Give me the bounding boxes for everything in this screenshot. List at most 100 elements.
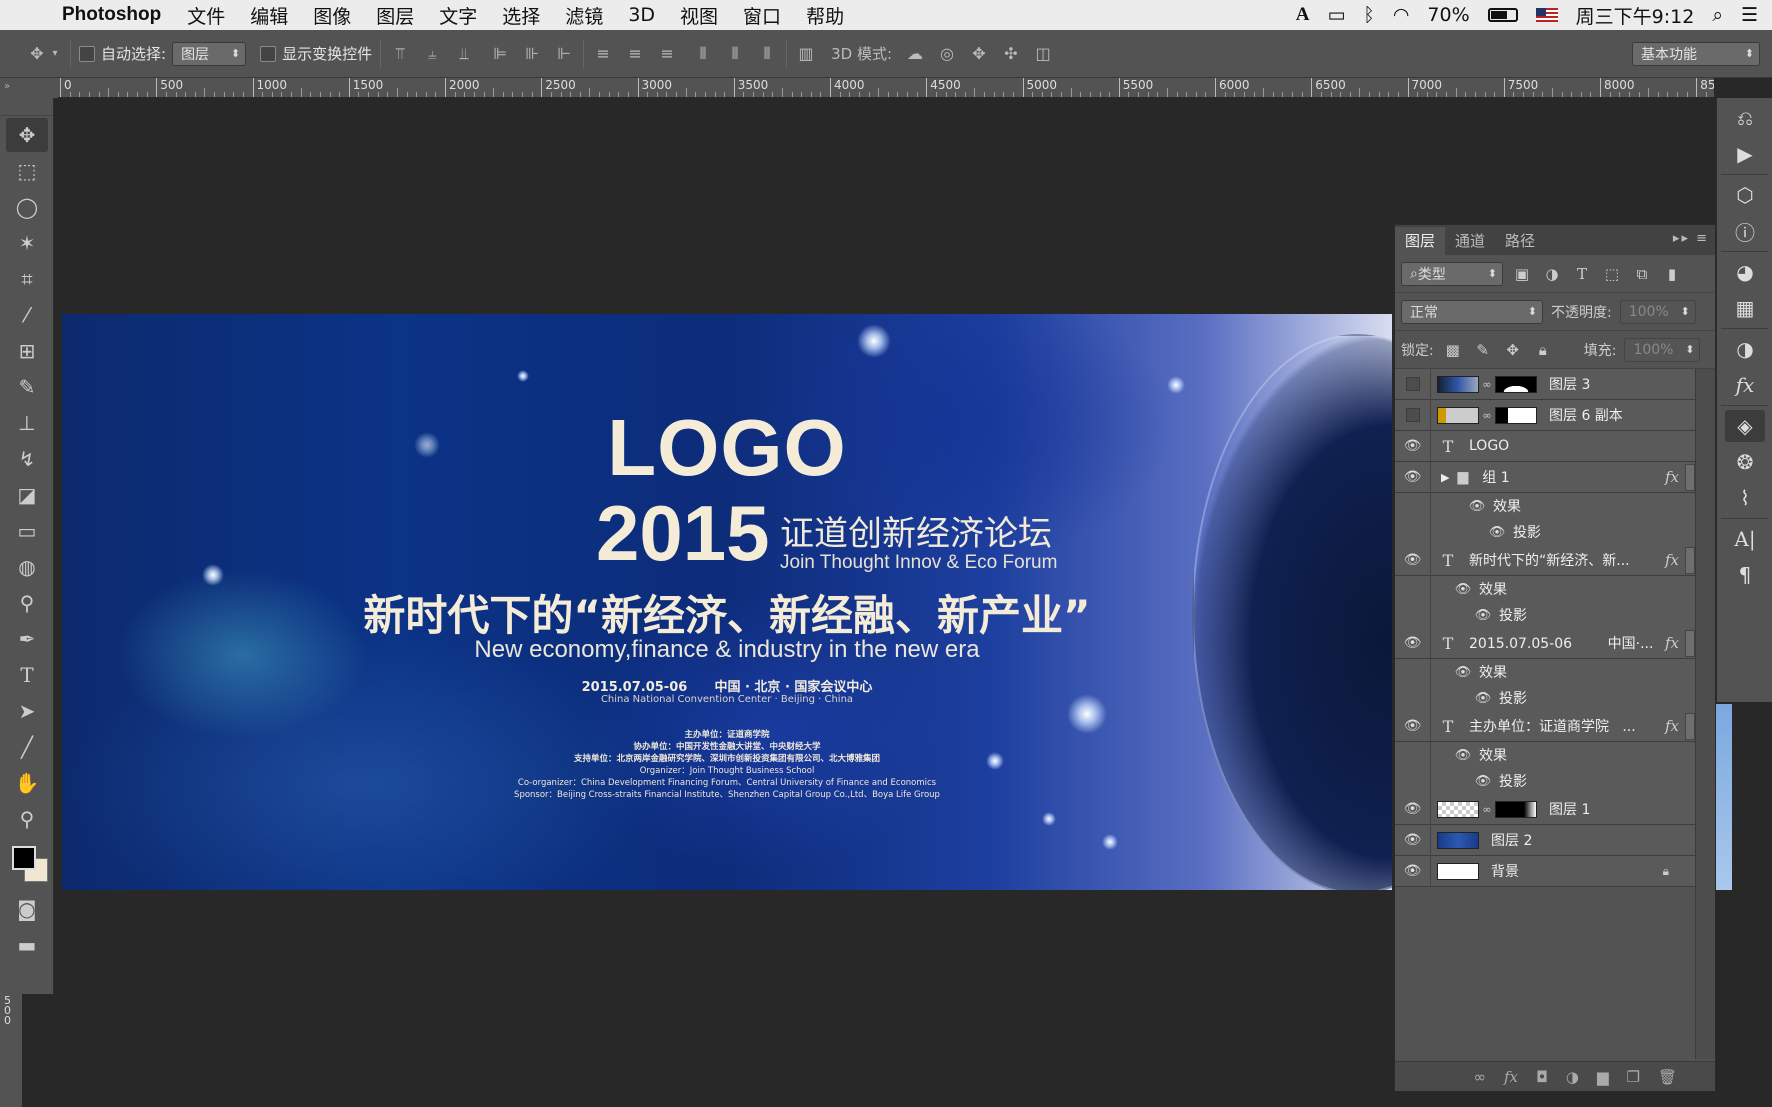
blend-mode-dropdown[interactable]: 正常 [1401, 299, 1543, 324]
layer-name[interactable]: 组 1 [1482, 467, 1509, 487]
paragraph-panel-icon[interactable]: ¶ [1725, 559, 1765, 591]
effects-row[interactable]: 👁︎ 效果 [1395, 742, 1695, 768]
eye-icon[interactable]: 👁︎ [1395, 824, 1431, 856]
delete-layer-icon[interactable]: 🗑︎ [1658, 1068, 1677, 1086]
layer-row[interactable]: ∞ 图层 3 [1395, 368, 1695, 400]
move-tool-icon[interactable]: ✥ [6, 118, 48, 152]
lock-transparent-icon[interactable]: ▩ [1442, 341, 1464, 359]
eye-icon[interactable]: 👁︎ [1395, 627, 1431, 659]
paths-panel-icon[interactable]: ⌇ [1725, 482, 1765, 514]
notification-list-icon[interactable]: ☰ [1741, 4, 1758, 26]
airplay-icon[interactable]: ▭ [1327, 4, 1345, 26]
clone-stamp-tool-icon[interactable]: ⊥ [6, 406, 48, 440]
effects-row[interactable]: 👁︎ 效果 [1395, 576, 1695, 602]
layer-row[interactable]: 👁︎ T 2015.07.05-06 中国·... fx [1395, 627, 1695, 659]
info-panel-icon[interactable]: ⓘ [1725, 215, 1765, 247]
menu-filter[interactable]: 滤镜 [565, 2, 603, 29]
layer-row[interactable]: 👁︎ ∞ 图层 1 [1395, 793, 1695, 825]
move-tool-preset-icon[interactable]: ✥ [26, 43, 48, 65]
menu-help[interactable]: 帮助 [806, 2, 844, 29]
filter-adjustment-icon[interactable]: ◑ [1541, 265, 1563, 283]
adjustments-panel-icon[interactable]: ◑ [1725, 333, 1765, 365]
eye-icon[interactable]: 👁︎ [1453, 582, 1473, 597]
layer-name[interactable]: 图层 2 [1491, 830, 1532, 850]
horizontal-ruler[interactable]: 0 500 1000 1500 2000 2500 3000 3500 4000 4500 5000… [58, 78, 1714, 98]
styles-panel-icon[interactable]: fx [1725, 369, 1765, 401]
layer-name[interactable]: 主办单位：证道商学院 ... [1469, 716, 1659, 736]
new-layer-icon[interactable]: ❐ [1627, 1068, 1640, 1086]
eye-icon[interactable]: 👁︎ [1395, 793, 1431, 825]
quick-mask-icon[interactable]: ◙ [6, 892, 48, 926]
layer-effects-icon[interactable]: fx [1665, 717, 1679, 735]
layer-name[interactable]: 图层 6 副本 [1549, 405, 1623, 425]
filter-type-icon[interactable]: T [1571, 265, 1593, 283]
distribute-top-icon[interactable]: ≡ [592, 43, 614, 65]
layer-mask-thumbnail[interactable] [1495, 800, 1537, 818]
3d-pan-icon[interactable]: ✥ [968, 43, 990, 65]
foreground-color-swatch[interactable] [12, 846, 36, 870]
path-selection-tool-icon[interactable]: ➤ [6, 694, 48, 728]
distribute-vcenter-icon[interactable]: ≡ [624, 43, 646, 65]
spotlight-search-icon[interactable]: ⌕ [1712, 4, 1723, 26]
new-adjustment-layer-icon[interactable]: ◑ [1566, 1068, 1579, 1086]
color-panel-icon[interactable]: ◕ [1725, 256, 1765, 288]
layer-effects-icon[interactable]: fx [1665, 634, 1679, 652]
swatches-panel-icon[interactable]: ▦ [1725, 292, 1765, 324]
new-group-icon[interactable]: ▆ [1597, 1068, 1609, 1086]
layer-name[interactable]: 背景 [1491, 861, 1519, 881]
gradient-tool-icon[interactable]: ▭ [6, 514, 48, 548]
layer-name[interactable]: LOGO [1469, 438, 1509, 454]
chevron-down-icon[interactable]: ▾ [48, 43, 62, 65]
layer-row[interactable]: 👁︎ 图层 2 [1395, 824, 1695, 856]
distribute-bottom-icon[interactable]: ≡ [656, 43, 678, 65]
layer-row[interactable]: 👁︎ T LOGO [1395, 430, 1695, 462]
clock[interactable]: 周三下午9:12 [1576, 2, 1695, 29]
effect-drop-shadow-row[interactable]: 👁︎ 投影 [1395, 519, 1695, 545]
magic-wand-tool-icon[interactable]: ✶ [6, 226, 48, 260]
distribute-right-icon[interactable]: ⦀ [756, 43, 778, 65]
layer-row[interactable]: 👁︎ T 新时代下的“新经济、新... fx [1395, 544, 1695, 576]
layer-row[interactable]: 👁︎ ▶ ▆ 组 1 fx [1395, 461, 1695, 493]
effects-row[interactable]: 👁︎ 效果 [1395, 659, 1695, 685]
type-tool-icon[interactable]: T [6, 658, 48, 692]
layer-name[interactable]: 图层 3 [1549, 374, 1590, 394]
layer-row[interactable]: ∞ 图层 6 副本 [1395, 399, 1695, 431]
visibility-toggle[interactable] [1395, 399, 1431, 431]
3d-camera-icon[interactable]: ◫ [1032, 43, 1054, 65]
crop-tool-icon[interactable]: ⌗ [6, 262, 48, 296]
channels-panel-icon[interactable]: ❂ [1725, 446, 1765, 478]
lasso-tool-icon[interactable]: ◯ [6, 190, 48, 224]
auto-select-dropdown[interactable]: 图层 [172, 41, 247, 66]
blur-tool-icon[interactable]: ◍ [6, 550, 48, 584]
align-left-icon[interactable]: ⊫ [489, 43, 511, 65]
align-right-icon[interactable]: ⊩ [553, 43, 575, 65]
distribute-hcenter-icon[interactable]: ⦀ [724, 43, 746, 65]
eraser-tool-icon[interactable]: ◪ [6, 478, 48, 512]
workspace-dropdown[interactable]: 基本功能 [1632, 41, 1760, 66]
wifi-icon[interactable]: ◠ [1393, 4, 1410, 26]
brush-tool-icon[interactable]: ✎ [6, 370, 48, 404]
layer-effects-icon[interactable]: fx [1665, 468, 1679, 486]
character-panel-icon[interactable]: A| [1725, 523, 1765, 555]
eye-icon[interactable]: 👁︎ [1453, 748, 1473, 763]
pen-tool-icon[interactable]: ✒ [6, 622, 48, 656]
effect-drop-shadow-row[interactable]: 👁︎ 投影 [1395, 685, 1695, 711]
dodge-tool-icon[interactable]: ⚲ [6, 586, 48, 620]
eye-icon[interactable]: 👁︎ [1395, 430, 1431, 462]
effects-toggle[interactable] [1685, 463, 1695, 491]
lock-pixels-icon[interactable]: ✎ [1472, 341, 1494, 359]
marquee-tool-icon[interactable]: ⬚ [6, 154, 48, 188]
layer-name[interactable]: 新时代下的“新经济、新... [1469, 550, 1649, 570]
align-top-icon[interactable]: ⫪ [389, 43, 411, 65]
bluetooth-icon[interactable]: ᛒ [1363, 4, 1374, 26]
filter-pixel-icon[interactable]: ▣ [1511, 265, 1533, 283]
tools-panel-grip[interactable] [0, 98, 53, 116]
mask-link-icon[interactable]: ∞ [1481, 803, 1493, 816]
eye-icon[interactable]: 👁︎ [1395, 461, 1431, 493]
history-brush-tool-icon[interactable]: ↯ [6, 442, 48, 476]
3d-panel-icon[interactable]: ⬡ [1725, 179, 1765, 211]
menu-3d[interactable]: 3D [628, 4, 655, 26]
effect-drop-shadow-row[interactable]: 👁︎ 投影 [1395, 768, 1695, 794]
tab-layers[interactable]: 图层 [1395, 227, 1446, 255]
menu-view[interactable]: 视图 [680, 2, 718, 29]
